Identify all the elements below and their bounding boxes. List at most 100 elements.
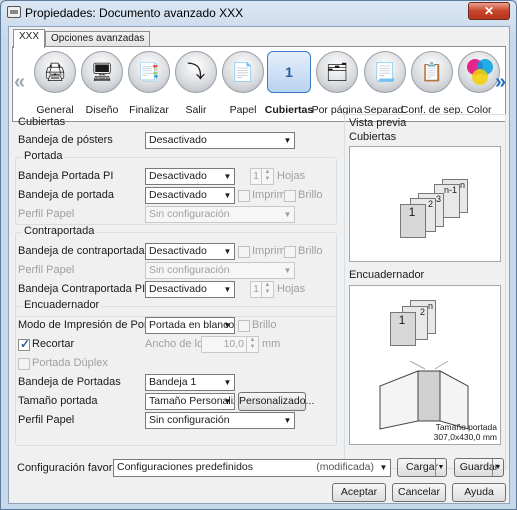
sheet-label: 1 [408, 205, 416, 219]
field-label: Perfil Papel [18, 264, 75, 276]
checkbox-label: Portada Dúplex [32, 357, 108, 369]
spinner-value: 1 [253, 170, 259, 182]
row-bandeja-portada-pi: Bandeja Portada PI Desactivado ▼ 1 ▲ ▼ Hoja… [18, 168, 338, 186]
group-label: Contraportada [22, 225, 97, 237]
toolbar-panel: « 🖨 General 🖥 Diseño 📑 Finalizar ⤵ Salir [12, 46, 506, 122]
favorite-label: Configuración favorita [17, 462, 125, 474]
printer-icon: 🖨 [34, 51, 76, 93]
portada-imprimir-checkbox[interactable] [238, 190, 250, 202]
tab-opciones-avanzadas[interactable]: Opciones avanzadas [45, 31, 151, 47]
close-button[interactable]: ✕ [468, 2, 510, 20]
sheet-label: 3 [435, 194, 441, 204]
sheet-label: 1 [398, 313, 406, 327]
chevron-down-icon: ▼ [223, 247, 232, 256]
modo-impresion-select[interactable]: Portada en blanco ▼ [145, 317, 235, 334]
finishing-icon: 📑 [128, 51, 170, 93]
dialog-client: XXX Opciones avanzadas « 🖨 General 🖥 Dis… [8, 26, 510, 504]
binder-sheet-1: 1 [390, 312, 416, 346]
bandeja-portadas-select[interactable]: Bandeja 1 ▼ [145, 374, 235, 391]
row-bandeja-portada: Bandeja de portada Desactivado ▼ Imprimir… [18, 187, 338, 205]
row-bandeja-posters: Bandeja de pósters Desactivado ▼ [18, 132, 338, 150]
size-caption: Tamaño portada 307,0x430,0 mm [434, 422, 497, 442]
favorite-select[interactable]: Configuraciones predefinidos (modificada… [113, 459, 391, 477]
row-bandeja-contraportada: Bandeja de contraportada Desactivado ▼ Im… [18, 243, 338, 261]
spinner-value: 10,0 [223, 338, 244, 350]
separator-icon: 📃 [364, 51, 406, 93]
title-bar: Propiedades: Documento avanzado XXX ✕ [1, 1, 516, 25]
row-bandeja-contraportada-pi: Bandeja Contraportada PI Desactivado ▼ 1 ▲… [18, 281, 338, 299]
chevron-down-icon: ▼ [223, 321, 232, 330]
chevron-down-icon[interactable]: ▼ [492, 459, 503, 476]
paper-icon: 📄 [222, 51, 264, 93]
field-label: Bandeja Portada PI [18, 170, 114, 182]
size-caption-line: 307,0x430,0 mm [433, 432, 497, 442]
select-value: Bandeja 1 [149, 376, 197, 388]
bandeja-contraportada-select[interactable]: Desactivado ▼ [145, 243, 235, 260]
chevron-down-icon: ▼ [223, 378, 232, 387]
portada-duplex-checkbox[interactable] [18, 358, 30, 370]
chevron-down-icon[interactable]: ▼ [435, 459, 446, 476]
contraportada-perfil-select[interactable]: Sin configuración ▼ [145, 262, 295, 279]
bandeja-contraportada-pi-select[interactable]: Desactivado ▼ [145, 281, 235, 298]
section-label: Cubiertas [18, 116, 66, 128]
scroll-right-icon[interactable]: » [495, 71, 506, 94]
portada-perfil-select[interactable]: Sin configuración ▼ [145, 206, 295, 223]
chevron-down-icon: ▼ [223, 285, 232, 294]
properties-window: Propiedades: Documento avanzado XXX ✕ XX… [0, 0, 517, 510]
cargar-button[interactable]: Cargar ▼ [397, 458, 447, 477]
field-label: Bandeja Contraportada PI [18, 283, 146, 295]
encuadernador-brillo-checkbox[interactable] [238, 320, 250, 332]
chevron-down-icon: ▼ [283, 266, 292, 275]
aceptar-button[interactable]: Aceptar [332, 483, 386, 502]
chevron-down-icon: ▼ [379, 463, 388, 472]
select-value: Desactivado [149, 189, 207, 201]
binder-preview-image: n 2 1 Tamaño portada 307,0x430,0 mm [349, 285, 501, 445]
contraportada-hojas-spinner[interactable]: 1 ▲ ▼ [250, 281, 274, 298]
color-icon [458, 51, 500, 93]
spinner-arrows-icon: ▲ ▼ [261, 169, 273, 184]
select-value: Configuraciones predefinidos [117, 461, 254, 473]
preview-sheet-1: 1 [400, 204, 426, 238]
chevron-down-icon: ▼ [283, 136, 292, 145]
contraportada-brillo-checkbox[interactable] [284, 246, 296, 258]
cancelar-button[interactable]: Cancelar [392, 483, 446, 502]
category-toolbar: « 🖨 General 🖥 Diseño 📑 Finalizar ⤵ Salir [13, 49, 507, 121]
tamano-portada-select[interactable]: Tamaño Personalizad▼ [145, 393, 235, 410]
portada-brillo-checkbox[interactable] [284, 190, 296, 202]
ayuda-button[interactable]: Ayuda [452, 483, 506, 502]
ancho-lomo-spinner[interactable]: 10,0 ▲ ▼ [201, 336, 259, 353]
select-value: Sin configuración [149, 414, 230, 426]
preview-encuadernador-label: Encuadernador [349, 269, 425, 281]
checkbox-label: Brillo [298, 189, 323, 201]
tab-xxx[interactable]: XXX [13, 29, 46, 48]
checkbox-label: Brillo [298, 245, 323, 257]
bandeja-posters-select[interactable]: Desactivado ▼ [145, 132, 295, 149]
bandeja-portada-select[interactable]: Desactivado ▼ [145, 187, 235, 204]
layout-icon: 🖥 [81, 51, 123, 93]
binder-book-icon [379, 361, 469, 430]
sheet-label: n [427, 301, 433, 311]
scroll-left-icon[interactable]: « [14, 71, 25, 94]
row-portada-perfil: Perfil Papel Sin configuración ▼ [18, 206, 338, 224]
group-label: Portada [22, 150, 65, 162]
modified-indicator: (modificada) [316, 461, 374, 473]
select-value: Sin configuración [149, 208, 230, 220]
bandeja-portada-pi-select[interactable]: Desactivado ▼ [145, 168, 235, 185]
cover-preview-image: n n-1 3 2 1 [349, 146, 501, 262]
chevron-down-icon: ▼ [283, 416, 292, 425]
hojas-label: Hojas [277, 283, 306, 295]
select-value: Desactivado [149, 170, 207, 182]
portada-hojas-spinner[interactable]: 1 ▲ ▼ [250, 168, 274, 185]
preview-panel: Vista previa Cubiertas n n-1 3 2 1 Encua… [344, 114, 506, 469]
recortar-checkbox[interactable] [18, 337, 30, 351]
unit-label: mm [262, 338, 281, 350]
spinner-arrows-icon: ▲ ▼ [246, 337, 258, 352]
personalizado-button[interactable]: Personalizado... [238, 392, 314, 411]
button-label: Cargar [405, 461, 439, 473]
row-portada-duplex: Portada Dúplex [18, 355, 338, 373]
size-caption-line: Tamaño portada [435, 422, 497, 432]
guardar-button[interactable]: Guardar ▼ [454, 458, 504, 477]
encuadernador-perfil-select[interactable]: Sin configuración ▼ [145, 412, 295, 429]
contraportada-imprimir-checkbox[interactable] [238, 246, 250, 258]
select-value: Desactivado [149, 134, 207, 146]
